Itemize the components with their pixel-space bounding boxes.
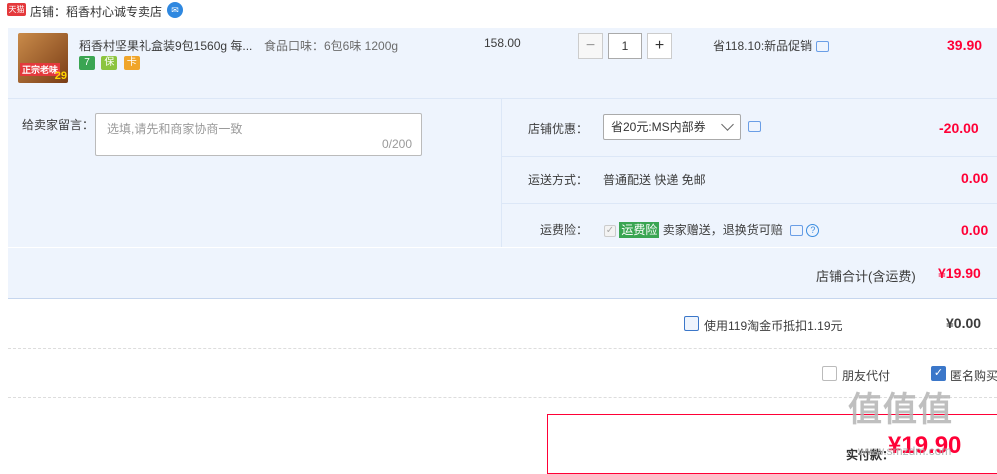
message-char-counter: 0/200 [381, 137, 412, 151]
divider [502, 156, 997, 157]
coupon-label: 店铺优惠： [528, 122, 589, 136]
chat-bubble-icon[interactable] [816, 41, 830, 53]
watermark: 值值值 [848, 391, 953, 429]
message-placeholder: 选填,请先和商家协商一致 [107, 122, 243, 136]
service-icons: 7 保 卡 [79, 55, 143, 70]
anonymous-label: 匿名购买 [950, 369, 997, 383]
promotion-text: 省118.10:新品促销 [713, 39, 813, 53]
guarantee-icon[interactable]: 保 [101, 55, 118, 70]
thumbnail-price: 29 [54, 70, 67, 82]
product-thumbnail[interactable]: 正宗老味 29 [18, 33, 68, 83]
seller-message-input[interactable]: 选填,请先和商家协商一致 0/200 [95, 113, 422, 156]
chevron-down-icon [721, 118, 734, 131]
message-label: 给卖家留言： [22, 118, 95, 132]
coupon-selected-value: 省20元:MS内部券 [611, 120, 706, 134]
quantity-increase-button[interactable]: + [647, 33, 672, 59]
shop-total-label: 店铺合计(含运费) [816, 269, 916, 284]
insurance-label: 运费险： [540, 223, 589, 237]
tmall-logo-icon: 天猫 [7, 3, 26, 16]
quantity-decrease-button[interactable]: − [578, 33, 603, 59]
coupon-amount: -20.00 [939, 120, 979, 136]
quantity-input[interactable]: 1 [608, 33, 642, 59]
help-icon[interactable]: ? [806, 224, 820, 238]
divider [501, 99, 502, 247]
coin-deduct-checkbox[interactable] [684, 316, 699, 331]
unit-price: 158.00 [484, 36, 521, 50]
insurance-option: ✓ 运费险 卖家赠送，退换货可赔 ? [604, 221, 820, 238]
chat-bubble-icon[interactable] [790, 225, 804, 237]
watermark-site: www.smzdm.com [858, 444, 952, 458]
shipping-amount: 0.00 [961, 170, 989, 186]
coin-deduct-amount: ¥0.00 [946, 315, 982, 331]
insurance-checkbox[interactable]: ✓ [604, 224, 616, 237]
chat-bubble-icon[interactable] [748, 121, 761, 132]
item-subtotal: 39.90 [947, 37, 983, 53]
anonymous-checkbox[interactable]: ✓ [931, 366, 946, 381]
credit-card-icon[interactable]: 卡 [123, 55, 140, 70]
divider [8, 348, 997, 349]
seven-day-return-icon[interactable]: 7 [79, 55, 95, 70]
shipping-method: 普通配送 快递 免邮 [603, 173, 706, 187]
wangwang-chat-icon[interactable]: ✉ [167, 2, 183, 18]
coin-deduct-label: 使用119淘金币抵扣1.19元 [704, 319, 843, 333]
shop-total-amount: ¥19.90 [938, 265, 981, 281]
shipping-label: 运送方式： [528, 173, 589, 187]
shop-name-link[interactable]: 店铺：稻香村心诚专卖店 [30, 3, 162, 20]
friend-pay-checkbox[interactable] [822, 366, 837, 381]
insurance-desc: 卖家赠送，退换货可赔 [662, 223, 783, 237]
insurance-tag: 运费险 [619, 222, 660, 238]
promotion-info: 省118.10:新品促销 [713, 37, 830, 54]
divider [502, 203, 997, 204]
product-flavor: 食品口味：6包6味 1200g [264, 39, 399, 53]
insurance-amount: 0.00 [961, 222, 989, 238]
coupon-select[interactable]: 省20元:MS内部券 [603, 114, 741, 140]
product-title-link[interactable]: 稻香村坚果礼盒装9包1560g 每... [79, 37, 252, 54]
